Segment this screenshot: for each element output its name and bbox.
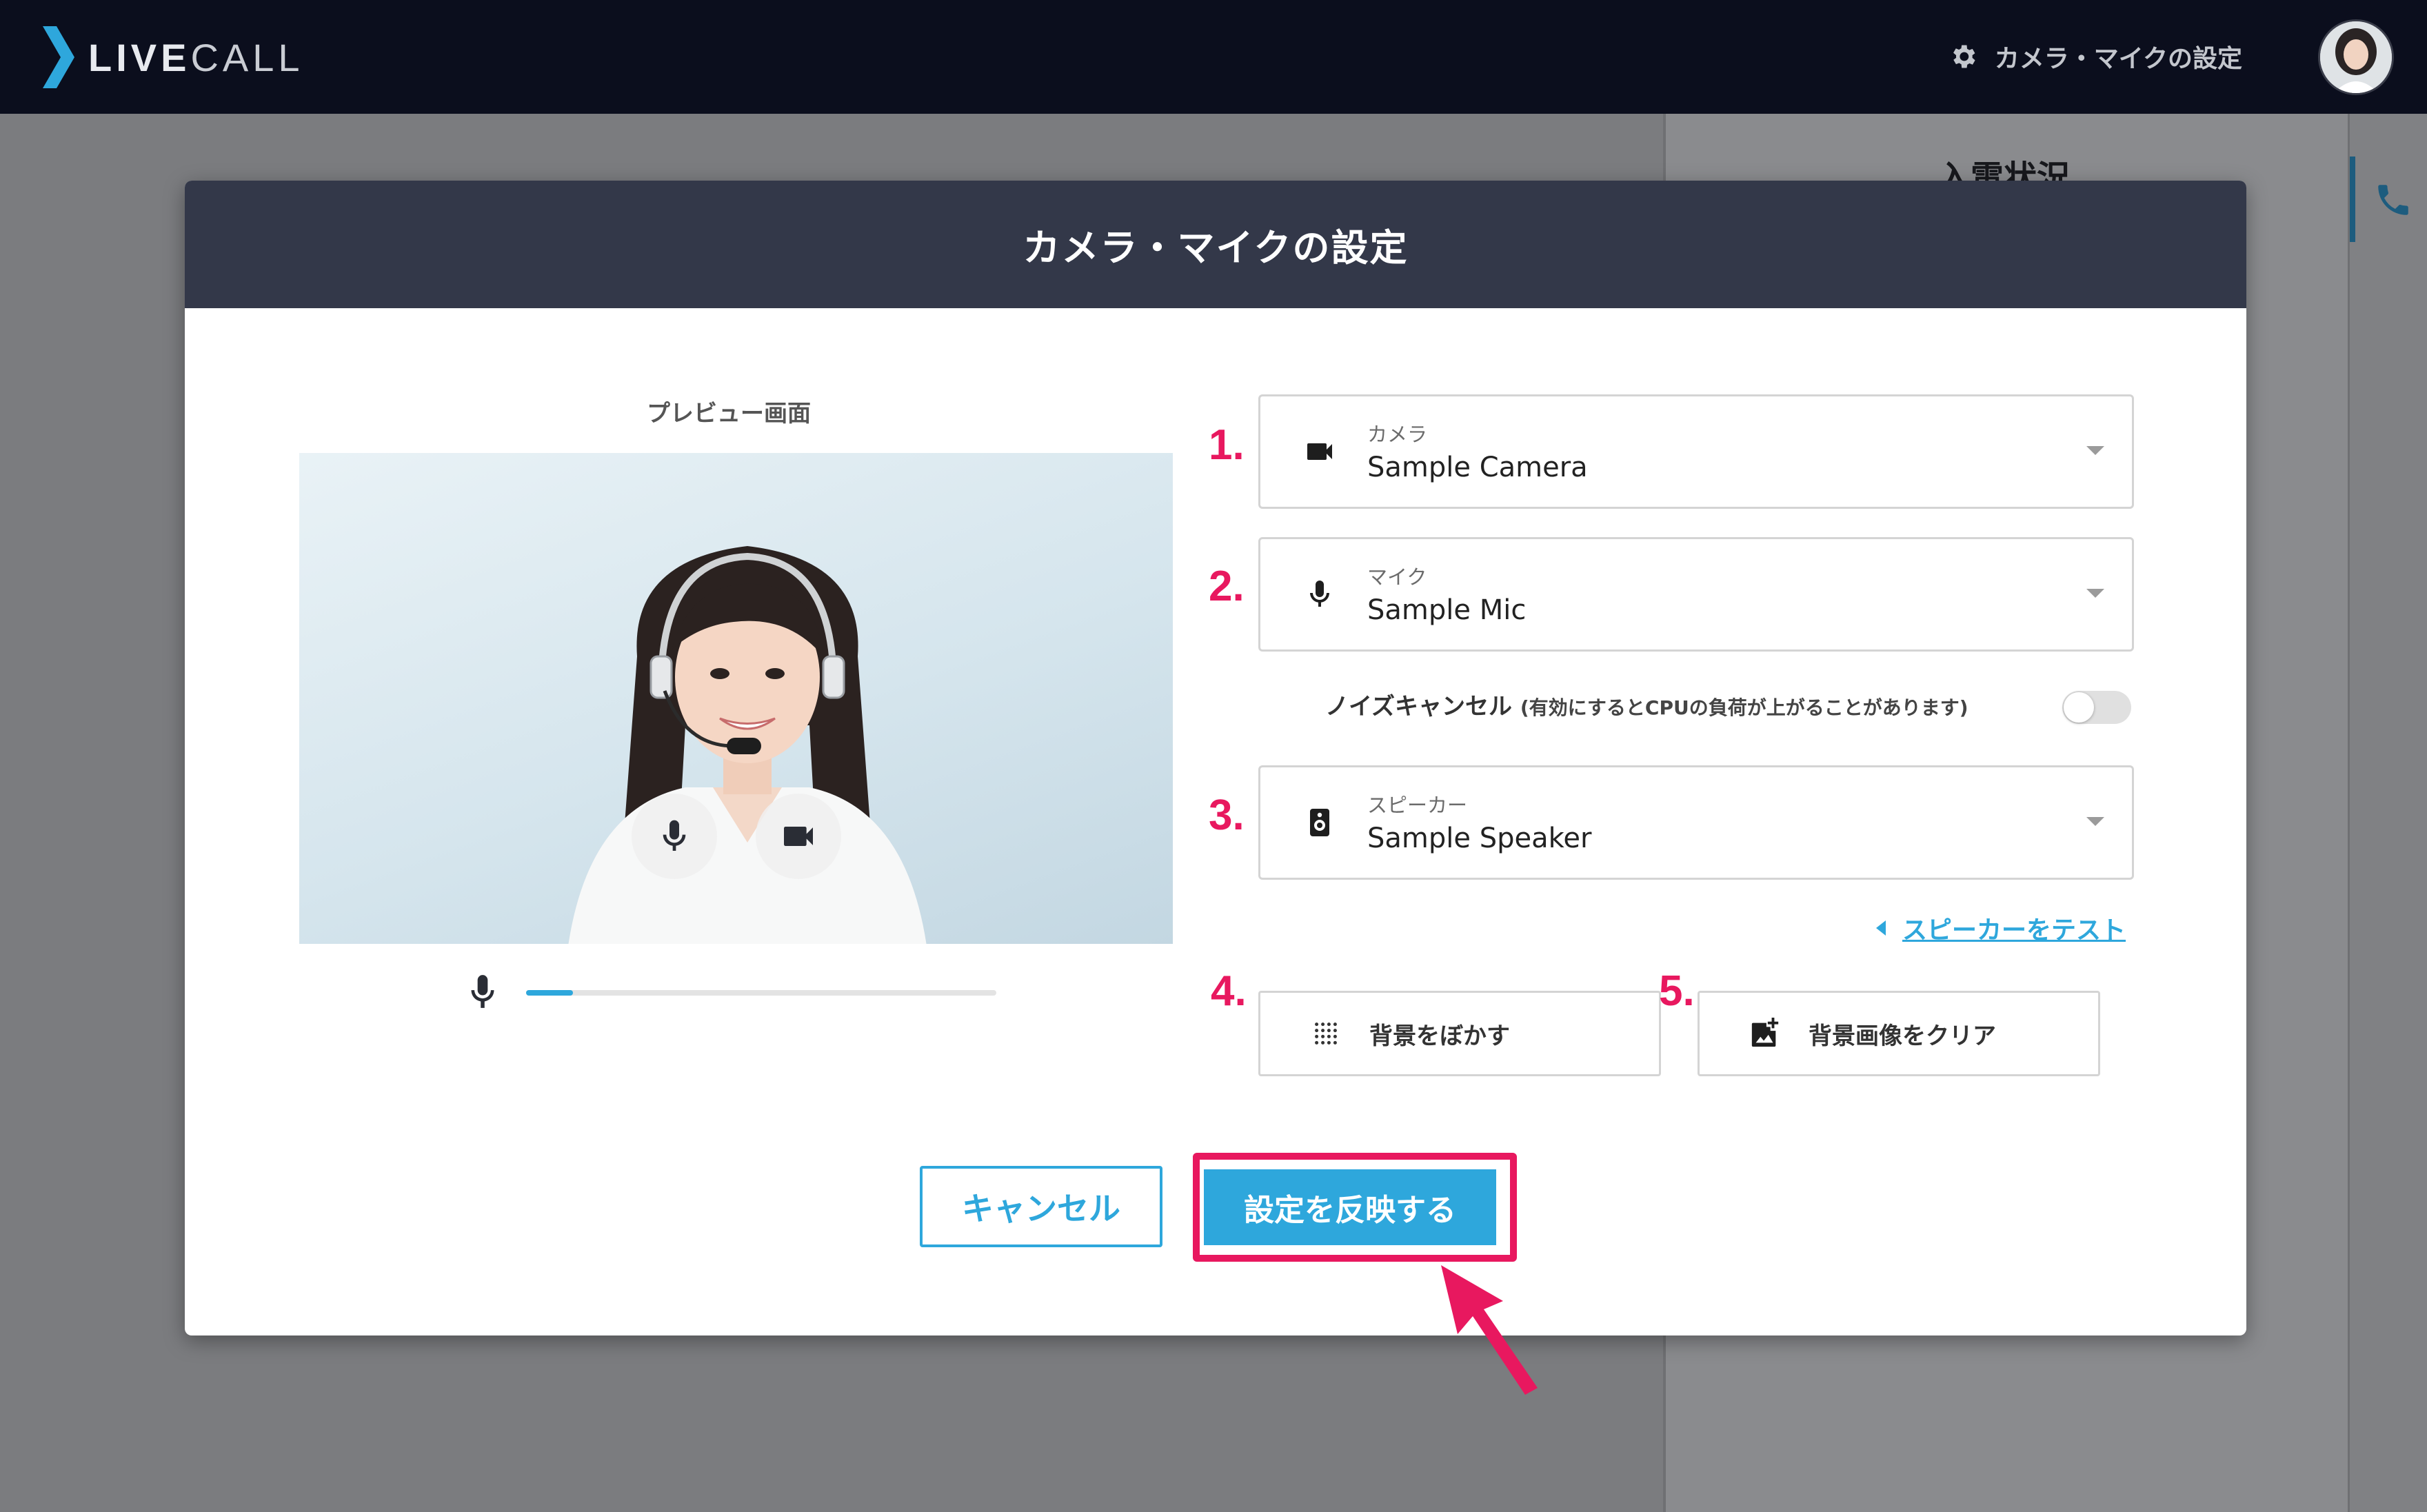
camera-select-value: Sample Camera	[1367, 452, 1588, 483]
header-settings-label: カメラ・マイクの設定	[1994, 45, 2242, 73]
livecall-logo[interactable]: LIVECALL	[43, 26, 304, 88]
avatar-image	[2320, 21, 2392, 93]
speaker-test-link[interactable]: スピーカーをテスト	[1876, 910, 2126, 946]
preview-label: プレビュー画面	[647, 400, 811, 427]
noise-cancel-toggle[interactable]	[2062, 691, 2131, 724]
blur-background-button[interactable]: 背景をぼかす	[1258, 991, 1661, 1076]
background-side-rail	[2348, 114, 2427, 1512]
clear-background-label: 背景画像をクリア	[1809, 1022, 1996, 1050]
camera-select-label: カメラ	[1367, 423, 1428, 446]
annotation-number-3: 3.	[1209, 792, 1245, 839]
mic-select-value: Sample Mic	[1367, 594, 1527, 626]
annotation-number-4: 4.	[1211, 967, 1247, 1015]
clear-background-image-button[interactable]: 背景画像をクリア	[1698, 991, 2100, 1076]
speaker-icon	[1310, 809, 1329, 836]
gear-icon	[1953, 45, 1975, 68]
cancel-button[interactable]: キャンセル	[920, 1166, 1162, 1247]
chevron-down-icon	[2086, 817, 2104, 826]
mic-select-label: マイク	[1367, 565, 1427, 589]
dialog-title: カメラ・マイクの設定	[1023, 226, 1409, 270]
annotation-number-5: 5.	[1659, 967, 1695, 1015]
play-left-icon	[1876, 920, 1886, 936]
logo-wordmark: LIVECALL	[88, 35, 304, 79]
noise-cancel-title: ノイズキャンセル	[1325, 693, 1512, 720]
annotation-number-1: 1.	[1209, 421, 1245, 469]
mic-select[interactable]: マイク Sample Mic	[1258, 537, 2134, 652]
avatar[interactable]	[2318, 19, 2394, 95]
speaker-test-label: スピーカーをテスト	[1902, 916, 2126, 945]
add-photo-icon	[1751, 1018, 1779, 1047]
preview-person-image	[568, 546, 927, 944]
video-camera-icon	[784, 827, 813, 846]
mic-icon	[1310, 581, 1329, 607]
preview-mic-toggle[interactable]	[632, 794, 717, 879]
header-settings-link[interactable]: カメラ・マイクの設定	[1948, 36, 2242, 77]
mic-level-icon	[471, 975, 494, 1008]
speaker-select-label: スピーカー	[1367, 794, 1468, 817]
camera-preview	[299, 453, 1173, 944]
preview-camera-toggle[interactable]	[756, 794, 841, 879]
pointer-arrow-icon	[1441, 1265, 1538, 1395]
speaker-select-value: Sample Speaker	[1367, 823, 1592, 854]
annotation-number-2: 2.	[1209, 563, 1245, 610]
noise-cancel-note: (有効にするとCPUの負荷が上がることがあります)	[1520, 696, 1968, 719]
noise-cancel-label: ノイズキャンセル (有効にするとCPUの負荷が上がることがあります)	[1325, 687, 1968, 721]
blur-background-label: 背景をぼかす	[1369, 1022, 1510, 1050]
top-bar: LIVECALL カメラ・マイクの設定	[0, 0, 2427, 114]
chevron-down-icon	[2086, 446, 2104, 455]
mic-level-meter	[526, 990, 996, 996]
mic-level-fill	[526, 990, 574, 996]
logo-chevron-icon	[43, 26, 74, 88]
camera-select[interactable]: カメラ Sample Camera	[1258, 394, 2134, 509]
dialog-header: カメラ・マイクの設定	[185, 181, 2246, 308]
chevron-down-icon	[2086, 589, 2104, 598]
speaker-select[interactable]: スピーカー Sample Speaker	[1258, 765, 2134, 880]
toggle-knob	[2064, 692, 2094, 723]
side-rail-active-indicator	[2350, 157, 2355, 242]
mic-icon	[663, 820, 686, 851]
video-camera-icon	[1307, 443, 1332, 460]
phone-icon[interactable]	[2373, 180, 2413, 220]
blur-icon	[1315, 1022, 1337, 1045]
apply-button-highlight	[1193, 1153, 1517, 1262]
